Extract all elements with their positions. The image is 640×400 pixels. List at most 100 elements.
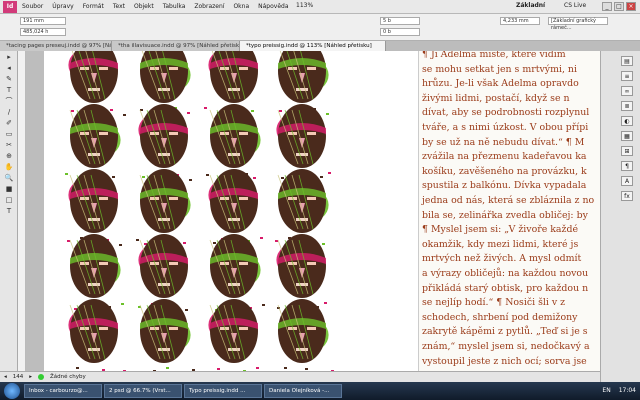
minimize-icon[interactable]: _ <box>602 2 612 11</box>
tab-document-1[interactable]: *tacing pages preseuj.indd @ 97% [Náhled… <box>0 41 112 51</box>
menu-napoveda[interactable]: Nápověda <box>258 3 288 10</box>
links-panel-icon[interactable]: ∞ <box>621 86 633 96</box>
text-line: jedna od nás, která se zbláznila z no <box>422 195 595 206</box>
page-left-masks[interactable] <box>44 51 424 371</box>
pages-panel-icon[interactable]: ▤ <box>621 56 633 66</box>
y-position-field[interactable]: 485,024 h <box>20 28 66 36</box>
text-line: přikládá starý obtisk, pro každou n <box>422 282 589 294</box>
line-tool-icon[interactable]: / <box>2 107 16 117</box>
page-number-field[interactable]: 144 <box>13 374 24 380</box>
menu-bar: Id Soubor Úpravy Formát Text Objekt Tabu… <box>0 0 640 14</box>
menu-upravy[interactable]: Úpravy <box>52 3 73 10</box>
scissors-tool-icon[interactable]: ✂ <box>2 140 16 150</box>
taskbar-item-indesign[interactable]: Typo preissig.indd ... <box>184 384 262 398</box>
mask-face <box>275 169 329 245</box>
character-styles-panel-icon[interactable]: A <box>621 176 633 186</box>
panel-dock: ▤ ≡ ∞ ≣ ◐ ▦ ⊞ ¶ A fx <box>600 51 640 382</box>
menu-format[interactable]: Formát <box>83 3 104 10</box>
type-tool-icon[interactable]: T <box>2 85 16 95</box>
text-line: znám,“ myslel jsem si, nedočkavý a <box>422 341 590 352</box>
mask-face <box>277 299 334 371</box>
workspace-switcher[interactable]: Základní <box>516 2 545 9</box>
system-tray: EN 17:04 <box>602 387 636 394</box>
page-navigation-icon[interactable]: ◂ <box>4 374 7 380</box>
text-line: se nejlíp hodí.“ ¶ Nosiči šli v z <box>422 297 566 309</box>
text-line: schodech, shrbení pod demižony <box>422 311 578 323</box>
stroke-swatch-icon[interactable]: □ <box>2 195 16 205</box>
type-on-path-tool-icon[interactable]: ⌒ <box>2 96 16 106</box>
maximize-icon[interactable]: □ <box>614 2 624 11</box>
zoom-tool-icon[interactable]: 🔍 <box>2 173 16 183</box>
indesign-logo: Id <box>3 0 17 13</box>
text-line: košíku, zavěšeného na provázku, k <box>422 165 587 177</box>
green-status-dot-icon <box>38 374 45 380</box>
tab-document-2[interactable]: *tha illavisuace.indd @ 97% [Náhled přet… <box>112 41 240 51</box>
layers-panel-icon[interactable]: ≡ <box>621 71 633 81</box>
stroke-width-field[interactable]: 4,233 mm <box>500 17 540 25</box>
menu-soubor[interactable]: Soubor <box>22 3 43 10</box>
effects-panel-icon[interactable]: fx <box>621 191 633 201</box>
x-position-field[interactable]: 191 mm <box>20 17 66 25</box>
text-line: bila se, zelinářka zvedla obličej: by <box>422 209 588 221</box>
preflight-status[interactable]: Žádné chyby <box>50 374 86 380</box>
text-line: zakrytě kápěmi z pytlů. „Teď si je s <box>422 326 588 338</box>
clock[interactable]: 17:04 <box>619 387 636 394</box>
cs-live-button[interactable]: CS Live <box>564 2 586 9</box>
taskbar-item-explorer[interactable]: Daniela Olejníková -... <box>264 384 342 398</box>
status-bar: ◂ 144 ▸ Žádné chyby <box>0 371 600 382</box>
tools-panel: ▸ ◂ ✎ T ⌒ / ✐ ▭ ✂ ⊕ ✋ 🔍 ■ □ T <box>0 51 18 382</box>
pencil-tool-icon[interactable]: ✐ <box>2 118 16 128</box>
text-line: tváře, a s nimi úzkost. V obou přípi <box>422 122 589 133</box>
fill-swatch-icon[interactable]: ■ <box>2 184 16 194</box>
menu-objekt[interactable]: Objekt <box>134 3 154 10</box>
taskbar-item-photoshop[interactable]: 2 psd @ 66.7% (Vrst... <box>104 384 182 398</box>
text-line: vystoupil jeste z nich ocí; sorva jse <box>422 355 587 367</box>
stroke-panel-icon[interactable]: ≣ <box>621 101 633 111</box>
window-controls: _ □ × <box>602 2 636 11</box>
hand-tool-icon[interactable]: ✋ <box>2 162 16 172</box>
transform-tool-icon[interactable]: ⊕ <box>2 151 16 161</box>
text-line: se mohu setkat jen s mrtvými, ni <box>422 63 577 75</box>
frame-style-dropdown[interactable]: [Základní grafický rámeč... <box>548 17 608 31</box>
language-indicator[interactable]: EN <box>602 387 610 394</box>
text-line: dívat, aby se podrobnosti rozplynul <box>422 107 590 119</box>
zoom-level[interactable]: 113% <box>296 2 313 9</box>
text-line: hrůzu. Je-li však Adelma opravdo <box>422 78 579 90</box>
swatches-panel-icon[interactable]: ▦ <box>621 131 633 141</box>
menu-text[interactable]: Text <box>113 3 125 10</box>
rectangle-frame-tool-icon[interactable]: ▭ <box>2 129 16 139</box>
mask-illustration <box>65 51 334 371</box>
menu-zobrazeni[interactable]: Zobrazení <box>194 3 224 10</box>
direct-selection-tool-icon[interactable]: ◂ <box>2 63 16 73</box>
formatting-text-icon[interactable]: T <box>2 206 16 216</box>
color-panel-icon[interactable]: ◐ <box>621 116 633 126</box>
selection-tool-icon[interactable]: ▸ <box>2 52 16 62</box>
windows-taskbar: Inbox - carbourzo@... 2 psd @ 66.7% (Vrs… <box>0 382 640 400</box>
page-right-text-frame[interactable]: ¶ Ji Adelma miste, ktere vidim se mohu se… <box>418 51 600 371</box>
text-line: ¶ Myslel jsem si: „V živoře každé <box>422 224 579 236</box>
tab-document-active[interactable]: *typo preissig.indd @ 113% [Náhled přeti… <box>240 41 386 51</box>
text-line: zvážila na přezmenu kadeřavou ka <box>422 151 587 163</box>
page-next-icon[interactable]: ▸ <box>29 374 32 380</box>
text-line: a výrazy obličejů: na každou novou <box>422 268 589 279</box>
vertical-ruler <box>18 51 26 371</box>
text-line: okamžik, kdy mezi lidmi, které js <box>422 238 579 250</box>
text-line: by se už na ně nebudu dívat.“ ¶ M <box>422 136 585 148</box>
menu-items: Soubor Úpravy Formát Text Objekt Tabulka… <box>22 3 289 10</box>
stroke-size-field-2[interactable]: 0 b <box>380 28 420 36</box>
document-canvas[interactable]: ¶ Ji Adelma miste, ktere vidim se mohu se… <box>26 51 600 371</box>
close-icon[interactable]: × <box>626 2 636 11</box>
document-tabs: *tacing pages preseuj.indd @ 97% [Náhled… <box>0 41 640 51</box>
mask-face <box>68 299 126 371</box>
text-wrap-panel-icon[interactable]: ⊞ <box>621 146 633 156</box>
text-line: ¶ Ji Adelma miste, ktere vidim <box>422 51 566 60</box>
text-line: spustila z balkónu. Dívka vypadala <box>422 180 587 192</box>
paragraph-styles-panel-icon[interactable]: ¶ <box>621 161 633 171</box>
pen-tool-icon[interactable]: ✎ <box>2 74 16 84</box>
windows-start-icon[interactable] <box>4 383 20 399</box>
menu-okna[interactable]: Okna <box>233 3 249 10</box>
taskbar-item-inbox[interactable]: Inbox - carbourzo@... <box>24 384 102 398</box>
menu-tabulka[interactable]: Tabulka <box>163 3 186 10</box>
stroke-size-field[interactable]: 5 b <box>380 17 420 25</box>
mask-face <box>208 169 263 245</box>
